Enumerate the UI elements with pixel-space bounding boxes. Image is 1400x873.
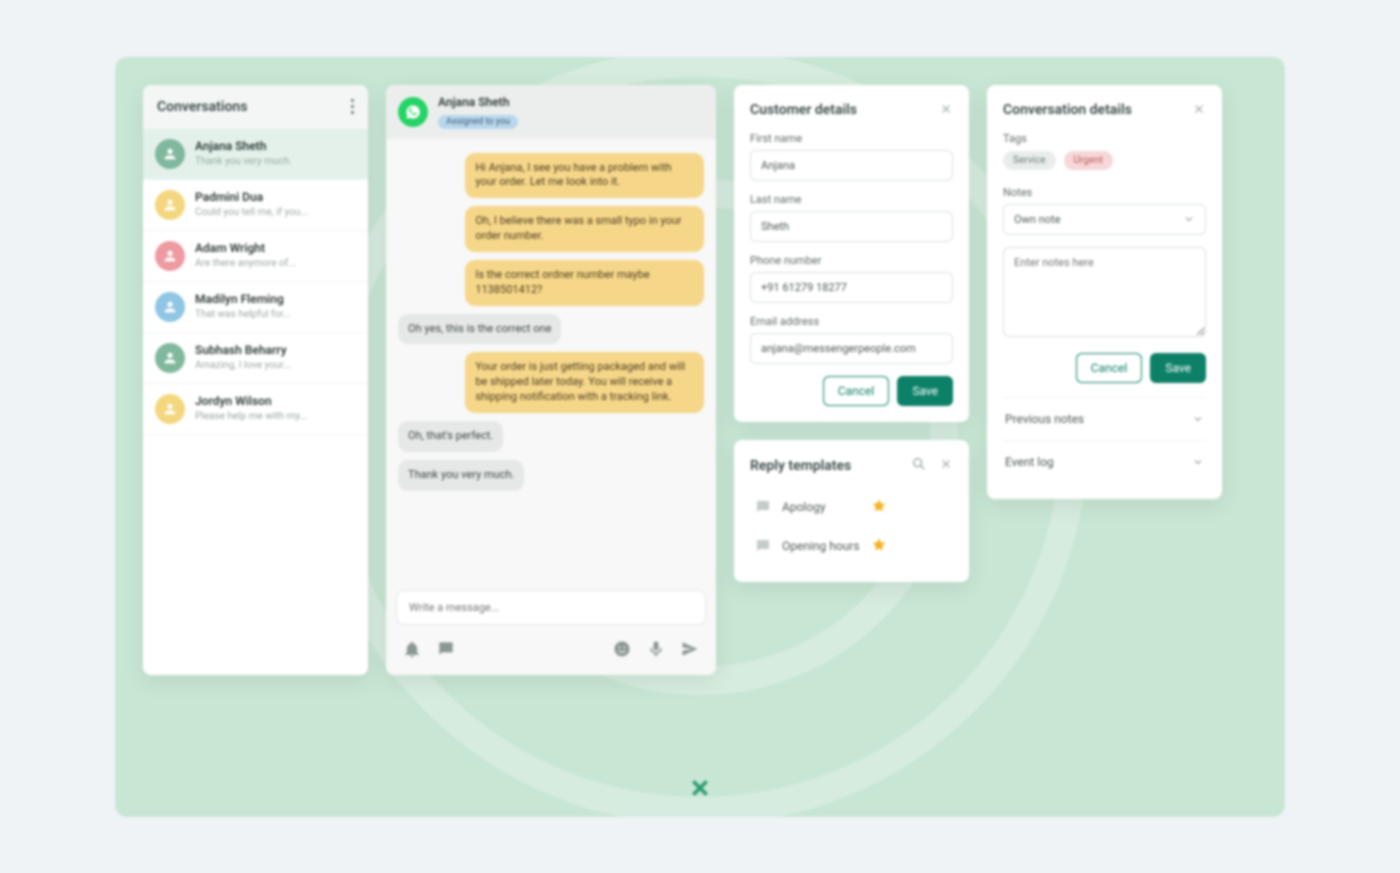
- mic-icon[interactable]: [646, 639, 666, 663]
- notes-type-select[interactable]: Own note: [1003, 204, 1206, 235]
- whatsapp-icon: [398, 97, 428, 127]
- event-log-section[interactable]: Event log: [1003, 440, 1206, 483]
- conversation-item[interactable]: Padmini Dua Could you tell me, if you...: [143, 180, 368, 231]
- message-input-wrapper: [396, 590, 706, 625]
- avatar-icon: [155, 394, 185, 424]
- tags-row: Service Urgent: [1003, 151, 1206, 170]
- conversation-preview: Thank you very much.: [195, 156, 292, 167]
- tags-label: Tags: [1003, 132, 1206, 145]
- chat-toolbar: [386, 635, 716, 675]
- notes-textarea[interactable]: [1003, 247, 1206, 337]
- template-icon: [754, 537, 772, 555]
- reply-templates-title: Reply templates: [750, 458, 851, 474]
- star-icon[interactable]: [871, 537, 950, 556]
- cancel-button[interactable]: Cancel: [823, 376, 890, 406]
- conversation-preview: Are there anymore of...: [195, 258, 296, 269]
- search-icon[interactable]: [911, 456, 927, 476]
- last-name-label: Last name: [750, 193, 953, 206]
- customer-details-title: Customer details: [750, 102, 857, 118]
- conversation-details-panel: Conversation details Tags Service Urgent…: [987, 85, 1222, 499]
- conversation-item[interactable]: Adam Wright Are there anymore of...: [143, 231, 368, 282]
- conversations-title: Conversations: [157, 99, 247, 115]
- conversation-name: Madilyn Fleming: [195, 292, 291, 306]
- email-input[interactable]: [750, 333, 953, 364]
- reply-template-label: Opening hours: [782, 539, 861, 553]
- star-icon[interactable]: [871, 498, 950, 517]
- close-icon[interactable]: [939, 456, 953, 475]
- tag-service[interactable]: Service: [1003, 151, 1056, 170]
- save-button[interactable]: Save: [1150, 353, 1206, 383]
- conversation-preview: That was helpful for...: [195, 309, 291, 320]
- conversations-panel: Conversations Anjana Sheth Thank you very…: [143, 85, 368, 675]
- cancel-button[interactable]: Cancel: [1076, 353, 1143, 383]
- chat-title-block: Anjana Sheth Assigned to you: [438, 95, 518, 129]
- conversation-name: Jordyn Wilson: [195, 394, 307, 408]
- conversation-preview: Please help me with my...: [195, 411, 307, 422]
- event-log-label: Event log: [1005, 455, 1054, 469]
- reply-template-icon[interactable]: [436, 639, 456, 663]
- conversation-preview: Could you tell me, if you...: [195, 207, 308, 218]
- conversation-item[interactable]: Subhash Beharry Amazing, I love your...: [143, 333, 368, 384]
- chat-header: Anjana Sheth Assigned to you: [386, 85, 716, 139]
- previous-notes-section[interactable]: Previous notes: [1003, 397, 1206, 440]
- conversation-preview: Amazing, I love your...: [195, 360, 291, 371]
- conversation-details-title: Conversation details: [1003, 102, 1132, 118]
- dismiss-icon[interactable]: [689, 777, 711, 803]
- template-icon: [754, 498, 772, 516]
- reply-templates-panel: Reply templates Apology Opening hours: [734, 440, 969, 582]
- reply-template-label: Apology: [782, 500, 861, 514]
- conversation-name: Adam Wright: [195, 241, 296, 255]
- tag-urgent[interactable]: Urgent: [1064, 151, 1114, 170]
- assigned-chip: Assigned to you: [438, 115, 518, 129]
- phone-label: Phone number: [750, 254, 953, 267]
- avatar-icon: [155, 139, 185, 169]
- close-icon[interactable]: [1192, 101, 1206, 120]
- conversations-list: Anjana Sheth Thank you very much. Padmini …: [143, 129, 368, 435]
- bell-icon[interactable]: [402, 639, 422, 663]
- chat-message: Hi Anjana, I see you have a problem with…: [465, 153, 704, 199]
- emoji-icon[interactable]: [612, 639, 632, 663]
- conversation-name: Padmini Dua: [195, 190, 308, 204]
- chat-message: Is the correct ordner number maybe 11385…: [465, 260, 704, 306]
- save-button[interactable]: Save: [897, 376, 953, 406]
- chat-message: Oh, that's perfect.: [398, 421, 503, 452]
- reply-template-item[interactable]: Apology: [750, 488, 953, 527]
- notes-select-value: Own note: [1014, 213, 1060, 226]
- chat-messages: Hi Anjana, I see you have a problem with…: [386, 139, 716, 582]
- chat-message: Oh yes, this is the correct one: [398, 314, 561, 345]
- conversation-name: Subhash Beharry: [195, 343, 291, 357]
- chat-panel: Anjana Sheth Assigned to you Hi Anjana, …: [386, 85, 716, 675]
- conversation-item[interactable]: Jordyn Wilson Please help me with my...: [143, 384, 368, 435]
- avatar-icon: [155, 292, 185, 322]
- avatar-icon: [155, 343, 185, 373]
- conversation-name: Anjana Sheth: [195, 139, 292, 153]
- last-name-input[interactable]: [750, 211, 953, 242]
- reply-template-item[interactable]: Opening hours: [750, 527, 953, 566]
- close-icon[interactable]: [939, 101, 953, 120]
- chat-message: Thank you very much.: [398, 460, 524, 491]
- chat-contact-name: Anjana Sheth: [438, 95, 518, 109]
- avatar-icon: [155, 190, 185, 220]
- chat-message: Oh, I believe there was a small typo in …: [465, 206, 704, 252]
- avatar-icon: [155, 241, 185, 271]
- previous-notes-label: Previous notes: [1005, 412, 1084, 426]
- reply-templates-list: Apology Opening hours: [750, 488, 953, 566]
- chat-message: Your order is just getting packaged and …: [465, 352, 704, 413]
- first-name-label: First name: [750, 132, 953, 145]
- notes-label: Notes: [1003, 186, 1206, 199]
- email-label: Email address: [750, 315, 953, 328]
- conversation-item[interactable]: Anjana Sheth Thank you very much.: [143, 129, 368, 180]
- first-name-input[interactable]: [750, 150, 953, 181]
- send-icon[interactable]: [680, 639, 700, 663]
- phone-input[interactable]: [750, 272, 953, 303]
- more-menu-icon[interactable]: [351, 99, 354, 114]
- conversation-item[interactable]: Madilyn Fleming That was helpful for...: [143, 282, 368, 333]
- conversations-header: Conversations: [143, 85, 368, 129]
- customer-details-panel: Customer details First name Last name Ph…: [734, 85, 969, 422]
- message-input[interactable]: [397, 591, 705, 624]
